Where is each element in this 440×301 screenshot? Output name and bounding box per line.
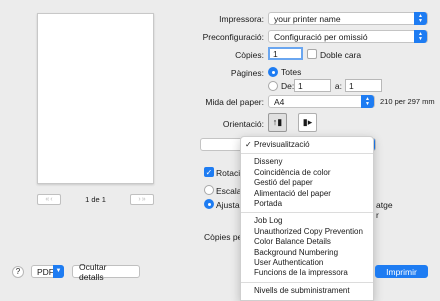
duplex-checkbox[interactable] bbox=[307, 49, 317, 59]
pages-all-label: Totes bbox=[281, 67, 302, 77]
copies-per-label: Còpies pe bbox=[204, 232, 243, 242]
rotate-checkbox[interactable]: ✓ bbox=[204, 167, 214, 177]
pages-label: Pàgines: bbox=[230, 68, 264, 78]
orientation-label: Orientació: bbox=[222, 119, 264, 129]
landscape-icon: ▮▸ bbox=[302, 117, 313, 127]
fit-radio[interactable] bbox=[204, 199, 214, 209]
menu-item-user-authentication[interactable]: User Authentication bbox=[241, 258, 373, 268]
menu-item-color-matching[interactable]: Coincidència de color bbox=[241, 168, 373, 178]
pages-all-radio[interactable] bbox=[268, 67, 278, 77]
next-page-button[interactable]: ›» bbox=[129, 194, 154, 205]
chevron-updown-icon: ▲▼ bbox=[414, 12, 427, 25]
scale-radio[interactable] bbox=[204, 185, 214, 195]
menu-item-supply-levels[interactable]: Nivells de subministrament bbox=[241, 286, 373, 296]
printer-value: your printer name bbox=[274, 13, 341, 24]
paper-size-value: A4 bbox=[274, 96, 285, 107]
menu-separator bbox=[241, 212, 373, 214]
menu-item-label: Previsualització bbox=[254, 140, 310, 149]
duplex-label: Doble cara bbox=[320, 50, 362, 60]
double-right-icon: » bbox=[141, 196, 146, 203]
printer-select[interactable]: your printer name ▲ ▼ bbox=[268, 12, 428, 25]
paper-dimensions: 210 per 297 mm bbox=[380, 97, 435, 106]
chevron-updown-icon: ▲▼ bbox=[414, 30, 427, 43]
help-button[interactable]: ? bbox=[12, 266, 24, 278]
previous-page-button[interactable]: «‹ bbox=[37, 194, 61, 205]
pages-range-radio[interactable] bbox=[268, 81, 278, 91]
pages-to-input[interactable]: 1 bbox=[345, 79, 382, 92]
right-fragment-2: r bbox=[376, 210, 379, 220]
copies-label: Còpies: bbox=[235, 50, 264, 60]
paper-size-select[interactable]: A4 ▲ ▼ bbox=[268, 95, 375, 108]
menu-item-paper-handling[interactable]: Gestió del paper bbox=[241, 178, 373, 188]
page-counter: 1 de 1 bbox=[85, 195, 106, 204]
menu-item-layout[interactable]: Disseny bbox=[241, 157, 373, 167]
landscape-orientation-button[interactable]: ▮▸ bbox=[298, 113, 317, 132]
chevron-updown-icon: ▲▼ bbox=[361, 95, 374, 108]
page-navigator: «‹ 1 de 1 ›» bbox=[37, 193, 154, 206]
pages-from-label: De: bbox=[281, 81, 295, 91]
menu-item-cover-page[interactable]: Portada bbox=[241, 199, 373, 209]
paper-size-label: Mida del paper: bbox=[205, 97, 264, 107]
fit-label: Ajustar bbox=[216, 200, 243, 210]
portrait-icon: ↑▮ bbox=[272, 117, 283, 127]
chevron-right-icon: › bbox=[138, 196, 141, 203]
right-fragment-1: atge bbox=[376, 200, 393, 210]
pdf-label: PDF bbox=[37, 266, 54, 277]
menu-item-color-balance-details[interactable]: Color Balance Details bbox=[241, 237, 373, 247]
preset-label: Preconfiguració: bbox=[202, 32, 264, 42]
menu-item-job-log[interactable]: Job Log bbox=[241, 216, 373, 226]
menu-item-background-numbering[interactable]: Background Numbering bbox=[241, 248, 373, 258]
chevron-down-icon: ▼ bbox=[53, 265, 64, 278]
copies-input[interactable]: 1 bbox=[268, 47, 303, 60]
menu-separator bbox=[241, 153, 373, 155]
preset-select[interactable]: Configuració per omissió ▲ ▼ bbox=[268, 30, 428, 43]
preset-value: Configuració per omissió bbox=[274, 31, 368, 42]
double-left-icon: « bbox=[45, 196, 50, 203]
section-menu: ✓ Previsualització Disseny Coincidència d… bbox=[240, 136, 374, 301]
menu-item-preview[interactable]: ✓ Previsualització bbox=[241, 140, 373, 150]
pages-to-label: a: bbox=[334, 81, 342, 91]
menu-item-paper-feed[interactable]: Alimentació del paper bbox=[241, 189, 373, 199]
checkmark-icon: ✓ bbox=[245, 140, 252, 149]
print-button[interactable]: Imprimir bbox=[375, 265, 428, 278]
hide-details-button[interactable]: Ocultar detalls bbox=[72, 262, 140, 282]
menu-item-printer-features[interactable]: Funcions de la impressora bbox=[241, 268, 373, 278]
printer-label: Impressora: bbox=[219, 14, 264, 24]
menu-item-unauthorized-copy-prevention[interactable]: Unauthorized Copy Prevention bbox=[241, 227, 373, 237]
portrait-orientation-button[interactable]: ↑▮ bbox=[268, 113, 287, 132]
chevron-left-icon: ‹ bbox=[50, 196, 53, 203]
menu-separator bbox=[241, 281, 373, 283]
pdf-menu-button[interactable]: PDF ▼ bbox=[31, 265, 64, 278]
